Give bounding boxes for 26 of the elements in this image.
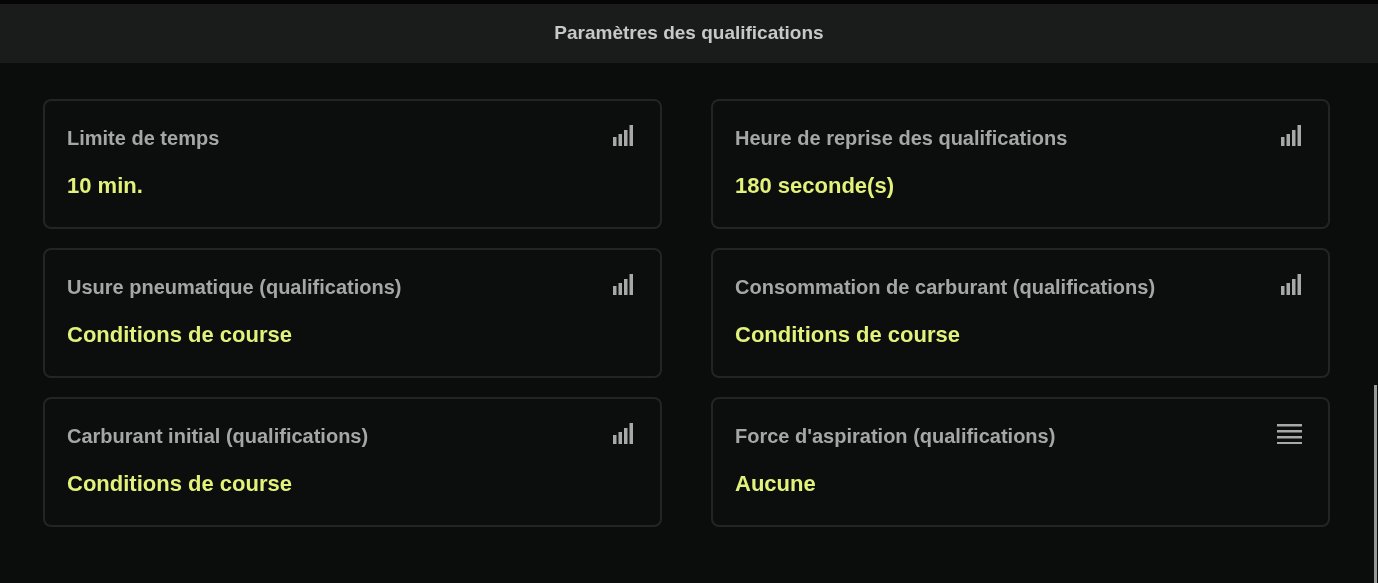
setting-value: 10 min.	[67, 172, 143, 200]
signal-bars-icon	[1281, 274, 1302, 295]
setting-label: Carburant initial (qualifications)	[67, 424, 369, 449]
setting-card[interactable]: Carburant initial (qualifications) Conditions de course	[43, 397, 662, 527]
setting-card[interactable]: Heure de reprise des qualifications 180 seconde(s)	[711, 99, 1330, 229]
signal-bars-icon	[613, 423, 634, 444]
list-icon	[1277, 423, 1302, 444]
signal-bars-icon	[613, 274, 634, 295]
setting-value: Aucune	[735, 470, 816, 498]
setting-value: Conditions de course	[735, 321, 960, 349]
setting-value: 180 seconde(s)	[735, 172, 894, 200]
setting-label: Heure de reprise des qualifications	[735, 126, 1068, 151]
setting-label: Limite de temps	[67, 126, 220, 151]
signal-bars-icon	[613, 125, 634, 146]
header-title: Paramètres des qualifications	[554, 21, 824, 46]
setting-card[interactable]: Force d'aspiration (qualifications) Aucune	[711, 397, 1330, 527]
setting-label: Usure pneumatique (qualifications)	[67, 275, 402, 300]
setting-value: Conditions de course	[67, 470, 292, 498]
scrollbar[interactable]	[1374, 385, 1377, 583]
setting-card[interactable]: Limite de temps 10 min.	[43, 99, 662, 229]
setting-card[interactable]: Usure pneumatique (qualifications) Conditions de course	[43, 248, 662, 378]
setting-label: Force d'aspiration (qualifications)	[735, 424, 1056, 449]
setting-card[interactable]: Consommation de carburant (qualifications) Conditions de course	[711, 248, 1330, 378]
setting-value: Conditions de course	[67, 321, 292, 349]
signal-bars-icon	[1281, 125, 1302, 146]
setting-label: Consommation de carburant (qualifications)	[735, 275, 1156, 300]
